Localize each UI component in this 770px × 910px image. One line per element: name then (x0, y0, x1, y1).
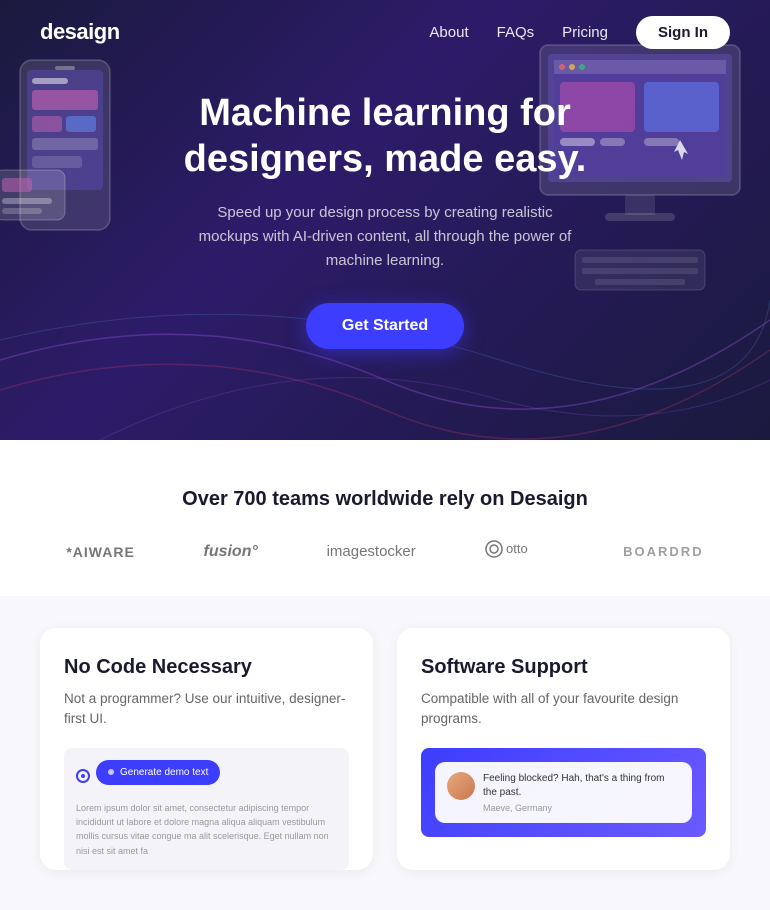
faqs-link[interactable]: FAQs (497, 24, 535, 41)
social-proof-section: Over 700 teams worldwide rely on Desaign… (0, 440, 770, 596)
hero-section: Machine learning for designers, made eas… (0, 0, 770, 440)
hero-subtitle: Speed up your design process by creating… (195, 201, 575, 273)
social-proof-title: Over 700 teams worldwide rely on Desaign (40, 488, 730, 511)
no-code-preview: Generate demo text Lorem ipsum dolor sit… (64, 748, 349, 871)
no-code-title: No Code Necessary (64, 656, 349, 679)
logo-aiware: *AIWARE (66, 544, 134, 560)
circle-icon (76, 769, 90, 783)
chat-bubble: Feeling blocked? Hah, that's a thing fro… (435, 762, 692, 823)
logos-row: *AIWARE fusion° imagestocker otto BOARDR… (40, 539, 730, 564)
navbar: desaign About FAQs Pricing Sign In (0, 0, 770, 64)
preview-lorem: Lorem ipsum dolor sit amet, consectetur … (76, 801, 337, 859)
chat-content: Feeling blocked? Hah, that's a thing fro… (483, 772, 680, 813)
logo-boardrd: BOARDRD (623, 544, 703, 559)
logo-imagestocker: imagestocker (327, 543, 416, 560)
logo-otto: otto (484, 539, 554, 564)
generate-demo-btn[interactable]: Generate demo text (96, 760, 220, 785)
get-started-button[interactable]: Get Started (306, 303, 464, 349)
chat-author: Maeve, Germany (483, 803, 680, 813)
no-code-desc: Not a programmer? Use our intuitive, des… (64, 689, 349, 730)
chat-avatar (447, 772, 475, 800)
chat-message: Feeling blocked? Hah, that's a thing fro… (483, 772, 680, 800)
about-link[interactable]: About (429, 24, 468, 41)
generate-label: Generate demo text (120, 765, 208, 780)
software-desc: Compatible with all of your favourite de… (421, 689, 706, 730)
features-section: No Code Necessary Not a programmer? Use … (0, 596, 770, 910)
logo-fusion: fusion° (203, 543, 257, 561)
no-code-preview-box: Generate demo text Lorem ipsum dolor sit… (64, 748, 349, 871)
software-preview: Feeling blocked? Hah, that's a thing fro… (421, 748, 706, 837)
software-support-card: Software Support Compatible with all of … (397, 628, 730, 870)
logo: desaign (40, 19, 120, 45)
pricing-link[interactable]: Pricing (562, 24, 608, 41)
software-title: Software Support (421, 656, 706, 679)
otto-svg: otto (484, 539, 554, 559)
no-code-card: No Code Necessary Not a programmer? Use … (40, 628, 373, 870)
svg-text:otto: otto (506, 541, 528, 556)
signin-button[interactable]: Sign In (636, 16, 730, 49)
hero-content: Machine learning for designers, made eas… (125, 91, 645, 348)
nav-links: About FAQs Pricing Sign In (429, 16, 730, 49)
hero-title: Machine learning for designers, made eas… (125, 91, 645, 182)
